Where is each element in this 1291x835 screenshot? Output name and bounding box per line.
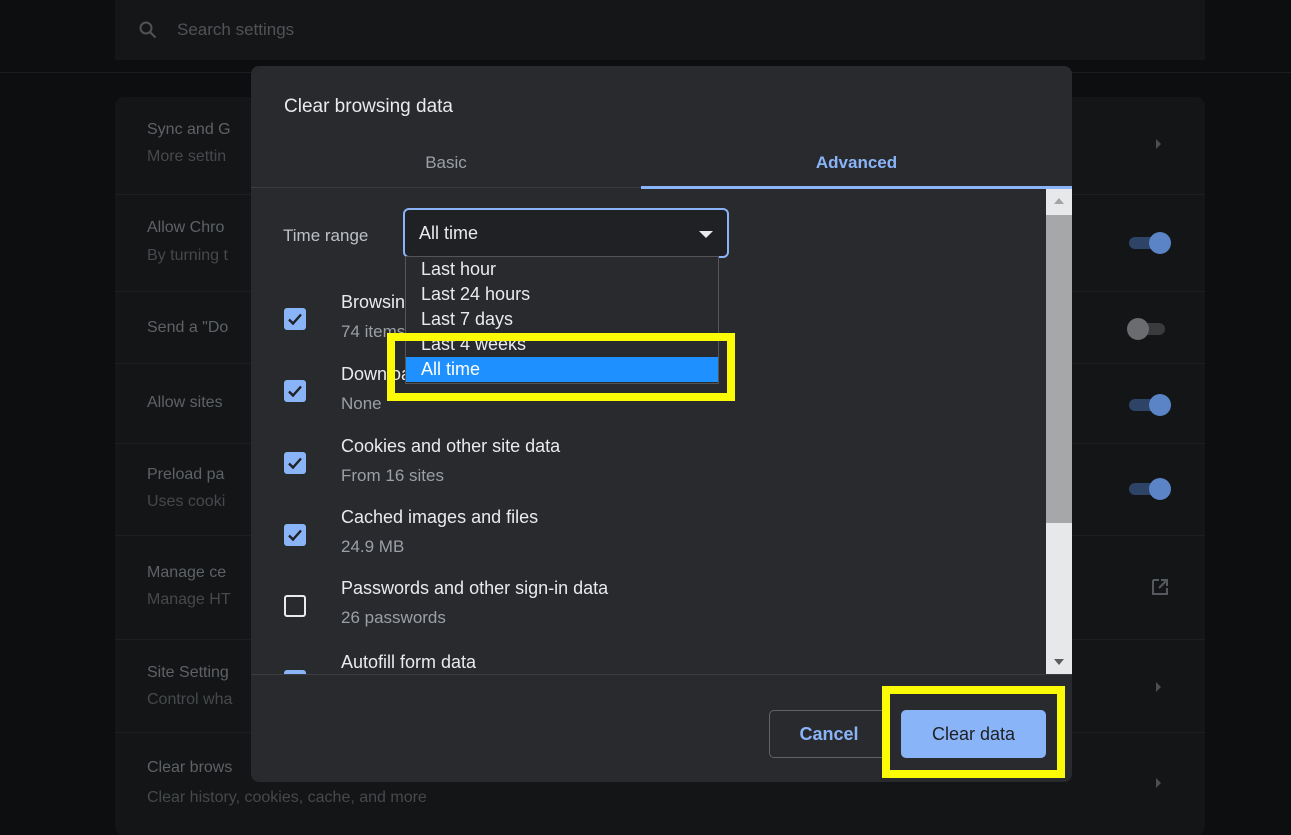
option-subtitle: 26 passwords <box>341 608 446 627</box>
row-title: Send a "Do <box>147 319 229 336</box>
row-title: Clear brows <box>147 759 233 776</box>
row-title: Allow sites <box>147 394 223 411</box>
row-title: Site Setting <box>147 664 229 681</box>
option-subtitle: None <box>341 394 382 413</box>
scrollbar[interactable] <box>1046 189 1072 674</box>
option-passwords[interactable]: Passwords and other sign-in data 26 pass… <box>251 578 1046 648</box>
time-range-label: Time range <box>283 226 369 245</box>
row-subtitle: Uses cooki <box>147 493 226 510</box>
clear-browsing-data-dialog: Clear browsing data Basic Advanced Time … <box>251 66 1072 782</box>
option-title: Autofill form data <box>341 652 477 672</box>
toggle-switch <box>1127 232 1171 254</box>
search-bar: Search settings <box>115 0 1205 60</box>
row-subtitle: By turning t <box>147 247 228 264</box>
row-subtitle: Control wha <box>147 691 233 708</box>
checkbox-checked[interactable] <box>284 452 306 474</box>
row-subtitle: Manage HT <box>147 591 231 608</box>
tab-basic[interactable]: Basic <box>251 138 641 188</box>
checkmark-icon <box>288 457 302 470</box>
scroll-down-arrow-icon[interactable] <box>1054 659 1064 665</box>
scroll-up-arrow-icon[interactable] <box>1054 198 1064 204</box>
row-title: Manage ce <box>147 564 227 581</box>
checkbox-checked[interactable] <box>284 308 306 330</box>
tab-bar: Basic Advanced <box>251 138 1072 189</box>
external-link-icon <box>1152 579 1168 595</box>
row-subtitle: Clear history, cookies, cache, and more <box>147 789 427 806</box>
search-icon <box>139 21 157 39</box>
toggle-switch <box>1127 318 1171 340</box>
dialog-title: Clear browsing data <box>284 96 453 117</box>
row-title: Allow Chro <box>147 219 225 236</box>
scrollbar-thumb[interactable] <box>1046 215 1072 523</box>
dropdown-option-last-24-hours[interactable]: Last 24 hours <box>406 282 718 307</box>
option-title: Cached images and files <box>341 507 539 527</box>
search-placeholder: Search settings <box>177 20 295 39</box>
checkbox-unchecked[interactable] <box>284 595 306 617</box>
option-cached-images[interactable]: Cached images and files 24.9 MB <box>251 507 1046 577</box>
dropdown-option-last-hour[interactable]: Last hour <box>406 257 718 282</box>
checkmark-icon <box>288 529 302 542</box>
cancel-button[interactable]: Cancel <box>769 710 889 758</box>
time-range-select[interactable]: All time <box>403 208 729 258</box>
dropdown-option-last-7-days[interactable]: Last 7 days <box>406 307 718 332</box>
option-cookies[interactable]: Cookies and other site data From 16 site… <box>251 436 1046 506</box>
toggle-switch <box>1127 478 1171 500</box>
dropdown-arrow-icon <box>699 231 713 238</box>
time-range-value: All time <box>419 222 479 243</box>
option-title: Passwords and other sign-in data <box>341 578 609 598</box>
row-title: Preload pa <box>147 466 225 483</box>
checkmark-icon <box>288 385 302 398</box>
row-subtitle: More settin <box>147 148 227 165</box>
highlight-box-all-time <box>387 333 735 401</box>
option-subtitle: From 16 sites <box>341 466 444 485</box>
checkmark-icon <box>288 313 302 326</box>
chevron-right-icon <box>1156 682 1161 692</box>
option-autofill[interactable]: Autofill form data <box>251 652 1046 674</box>
tab-advanced[interactable]: Advanced <box>641 138 1072 189</box>
row-title: Sync and G <box>147 121 231 138</box>
option-title: Cookies and other site data <box>341 436 561 456</box>
option-subtitle: 24.9 MB <box>341 537 405 556</box>
highlight-box-clear-data <box>882 686 1065 778</box>
checkbox-checked[interactable] <box>284 380 306 402</box>
checkbox-checked[interactable] <box>284 524 306 546</box>
chevron-right-icon <box>1156 139 1161 149</box>
tab-advanced-label: Advanced <box>815 153 898 172</box>
toggle-switch <box>1127 394 1171 416</box>
chevron-right-icon <box>1156 778 1161 788</box>
